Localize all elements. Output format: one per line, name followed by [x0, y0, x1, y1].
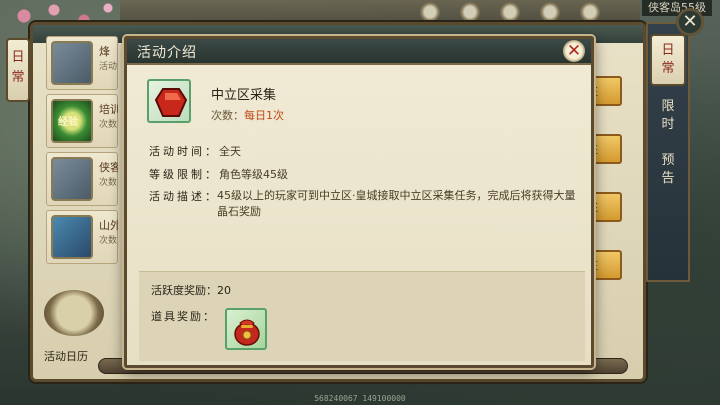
tab-char: 预	[661, 153, 675, 168]
activity-name: 中立区采集	[211, 88, 277, 103]
item-reward-label: 道具奖励：	[151, 310, 216, 323]
field-label: 活动时间：	[149, 145, 219, 158]
exp-badge-text: 经验	[58, 117, 78, 128]
tab-char: 常	[661, 61, 675, 76]
activity-list: 烽 活动 经验 培训 次数 活跃 侠客 次数 活跃 山外 次数	[46, 36, 118, 276]
times-row: 次数：每日1次	[211, 107, 284, 123]
feature-icon[interactable]	[420, 2, 440, 22]
level-limit-row: 等级限制：角色等级45级	[149, 166, 288, 182]
active-reward-row: 活跃度奖励：20	[151, 282, 231, 298]
calendar-label[interactable]: 活动日历	[44, 348, 88, 364]
field-label: 活跃度奖励：	[151, 284, 217, 297]
field-value: 20	[217, 284, 231, 297]
activity-name: 烽	[99, 45, 110, 58]
times-value: 每日1次	[244, 109, 284, 122]
times-label: 次数：	[211, 109, 244, 122]
exp-badge-icon: 经验	[51, 99, 93, 143]
top-icon-strip	[120, 0, 640, 24]
reward-item-slot[interactable]	[225, 308, 267, 350]
activity-portrait-icon	[51, 41, 93, 85]
feature-icon[interactable]	[580, 2, 600, 22]
dialog-close-button[interactable]: ✕	[563, 40, 585, 62]
tab-char: 日	[661, 43, 675, 58]
dialog-header: 活动介绍 ✕	[127, 39, 591, 65]
list-item[interactable]: 山外 次数	[46, 210, 118, 264]
description-row: 活动描述：	[149, 188, 219, 204]
activity-sub: 次数 活跃	[99, 178, 118, 188]
activity-sub: 次数 活跃	[99, 120, 118, 130]
tab-char: 告	[661, 171, 675, 186]
reward-section: 活跃度奖励：20 道具奖励：	[139, 271, 585, 361]
activity-name: 侠客	[99, 161, 118, 174]
activity-description: 45级以上的玩家可到中立区·皇城接取中立区采集任务，完成后将获得大量晶石奖励	[217, 189, 576, 218]
activity-intro-dialog: 活动介绍 ✕ 中立区采集 次数：每日1次 活动时间：全天 等级限制：角色等级45…	[124, 36, 594, 368]
activity-name: 培训	[99, 103, 118, 116]
activity-name: 山外	[99, 219, 118, 232]
field-label: 活动描述：	[149, 190, 219, 203]
tab-char: 常	[11, 70, 25, 85]
activity-sub: 活动	[99, 62, 118, 72]
right-tab-bar: 日 常 限 时 预 告	[646, 22, 690, 282]
feature-icon[interactable]	[460, 2, 480, 22]
feature-icon[interactable]	[540, 2, 560, 22]
activity-portrait-icon	[51, 157, 93, 201]
field-label: 等级限制：	[149, 168, 219, 181]
list-item[interactable]: 烽 活动	[46, 36, 118, 90]
footer-id-text: 568240067 149100000	[314, 394, 406, 403]
tab-limited[interactable]: 限 时	[650, 92, 686, 140]
activity-landscape-icon	[51, 215, 93, 259]
tab-daily-left[interactable]: 日 常	[6, 38, 30, 102]
list-item[interactable]: 经验 培训 次数 活跃	[46, 94, 118, 148]
field-value: 全天	[219, 145, 241, 158]
list-item[interactable]: 侠客 次数 活跃	[46, 152, 118, 206]
tab-preview[interactable]: 预 告	[650, 146, 686, 194]
activity-sub: 次数	[99, 236, 118, 246]
close-icon[interactable]: ✕	[676, 8, 704, 36]
dialog-title: 活动介绍	[137, 45, 197, 61]
calendar-scroll-icon[interactable]	[44, 290, 104, 336]
tab-daily[interactable]: 日 常	[650, 34, 686, 86]
tab-char: 时	[661, 117, 675, 132]
activity-time-row: 活动时间：全天	[149, 143, 241, 159]
crystal-icon	[147, 79, 191, 123]
field-value: 角色等级45级	[219, 168, 288, 181]
tab-char: 限	[661, 99, 675, 114]
feature-icon[interactable]	[500, 2, 520, 22]
tab-char: 日	[11, 50, 25, 65]
pouch-icon	[234, 319, 260, 346]
